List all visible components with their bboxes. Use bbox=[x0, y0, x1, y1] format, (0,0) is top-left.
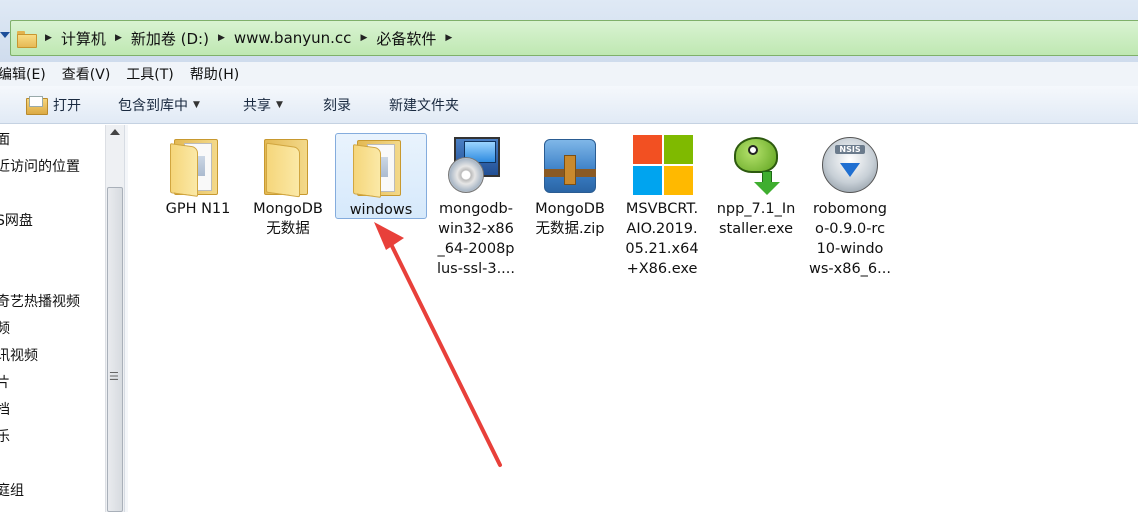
address-bar[interactable]: ▶ 计算机 ▶ 新加卷 (D:) ▶ www.banyun.cc ▶ 必备软件 … bbox=[10, 20, 1138, 56]
file-item-mongodb-nodata-folder[interactable]: MongoDB 无数据 bbox=[242, 133, 334, 239]
file-item-mongodb-zip[interactable]: MongoDB 无数据.zip bbox=[524, 133, 616, 239]
file-item-robomongo-installer[interactable]: NSIS robomong o-0.9.0-rc 10-windo ws-x86… bbox=[804, 133, 896, 279]
file-name: windows bbox=[349, 202, 413, 218]
nav-item-pictures[interactable]: 片 bbox=[0, 372, 10, 392]
file-name: MongoDB 无数据 bbox=[253, 201, 323, 237]
file-name: mongodb- win32-x86 _64-2008p lus-ssl-3..… bbox=[436, 201, 516, 277]
include-in-library-button[interactable]: 包含到库中 ▼ bbox=[118, 95, 200, 115]
chevron-right-icon[interactable]: ▶ bbox=[360, 33, 367, 43]
burn-label: 刻录 bbox=[323, 97, 351, 114]
burn-button[interactable]: 刻录 bbox=[323, 95, 351, 115]
nav-item-documents[interactable]: 档 bbox=[0, 399, 10, 419]
nav-item-videos[interactable]: 频 bbox=[0, 318, 10, 338]
breadcrumb-drive-d[interactable]: 新加卷 (D:) bbox=[131, 28, 209, 49]
zip-archive-icon bbox=[538, 133, 602, 197]
menu-tools[interactable]: 工具(T) bbox=[126, 64, 181, 84]
menu-edit[interactable]: 编辑(E) bbox=[0, 64, 54, 84]
breadcrumb-computer[interactable]: 计算机 bbox=[61, 28, 106, 49]
caret-down-icon: ▼ bbox=[276, 99, 283, 110]
nav-item-tencent-video[interactable]: 讯视频 bbox=[0, 345, 38, 365]
menu-view[interactable]: 查看(V) bbox=[62, 64, 119, 84]
folder-icon bbox=[349, 134, 413, 198]
command-bar: 打开 包含到库中 ▼ 共享 ▼ 刻录 新建文件夹 bbox=[0, 86, 1138, 124]
file-name: robomong o-0.9.0-rc 10-windo ws-x86_6... bbox=[809, 201, 891, 277]
menu-help[interactable]: 帮助(H) bbox=[190, 64, 247, 84]
chevron-right-icon[interactable]: ▶ bbox=[45, 33, 52, 43]
installer-icon bbox=[444, 133, 508, 197]
new-folder-button[interactable]: 新建文件夹 bbox=[389, 95, 459, 115]
chevron-right-icon[interactable]: ▶ bbox=[218, 33, 225, 43]
folder-icon bbox=[256, 133, 320, 198]
file-name: GPH N11 bbox=[165, 201, 231, 217]
nsis-badge: NSIS bbox=[835, 145, 865, 154]
nav-pane-scrollbar[interactable]: ☰ bbox=[105, 125, 124, 512]
file-item-npp-installer[interactable]: npp_7.1_In staller.exe bbox=[710, 133, 802, 239]
nav-item-iqiyi-video[interactable]: 奇艺热播视频 bbox=[0, 291, 80, 311]
chevron-right-icon[interactable]: ▶ bbox=[115, 33, 122, 43]
file-item-msvbcrt-exe[interactable]: MSVBCRT. AIO.2019. 05.21.x64 +X86.exe bbox=[616, 133, 708, 279]
include-in-library-label: 包含到库中 bbox=[118, 97, 188, 114]
nav-item-recent-places[interactable]: 近访问的位置 bbox=[0, 156, 80, 176]
file-name: MSVBCRT. AIO.2019. 05.21.x64 +X86.exe bbox=[625, 201, 699, 277]
nav-item-music[interactable]: 乐 bbox=[0, 426, 10, 446]
menu-bar: 编辑(E) 查看(V) 工具(T) 帮助(H) bbox=[0, 62, 1138, 86]
back-history-dropdown-icon[interactable] bbox=[0, 32, 10, 38]
navigation-pane: 面 近访问的位置 S网盘 奇艺热播视频 频 讯视频 片 档 乐 庭组 bbox=[0, 125, 105, 512]
file-item-mongodb-installer[interactable]: mongodb- win32-x86 _64-2008p lus-ssl-3..… bbox=[430, 133, 522, 279]
folder-icon bbox=[17, 30, 37, 48]
open-button[interactable]: 打开 bbox=[26, 95, 81, 115]
nav-item-homegroup[interactable]: 庭组 bbox=[0, 480, 24, 500]
scroll-thumb[interactable] bbox=[107, 187, 123, 512]
file-item-windows-folder[interactable]: windows bbox=[335, 133, 427, 219]
robomongo-installer-icon: NSIS bbox=[818, 133, 882, 197]
share-label: 共享 bbox=[243, 97, 271, 114]
open-button-label: 打开 bbox=[53, 97, 81, 114]
address-bar-row: ▶ 计算机 ▶ 新加卷 (D:) ▶ www.banyun.cc ▶ 必备软件 … bbox=[0, 0, 1138, 62]
caret-down-icon: ▼ bbox=[193, 99, 200, 110]
share-button[interactable]: 共享 ▼ bbox=[243, 95, 283, 115]
scroll-up-arrow-icon[interactable] bbox=[110, 129, 120, 135]
open-folder-icon bbox=[26, 96, 48, 115]
breadcrumb-current-folder[interactable]: 必备软件 bbox=[376, 28, 436, 49]
nav-item-cloud-drive[interactable]: S网盘 bbox=[0, 210, 33, 230]
nav-item-desktop[interactable]: 面 bbox=[0, 129, 10, 149]
file-list: GPH N11 MongoDB 无数据 windows mongodb- win… bbox=[128, 125, 1138, 512]
chevron-right-icon[interactable]: ▶ bbox=[445, 33, 452, 43]
file-name: MongoDB 无数据.zip bbox=[535, 201, 605, 237]
breadcrumb-banyun[interactable]: www.banyun.cc bbox=[234, 29, 352, 47]
folder-icon bbox=[166, 133, 230, 197]
grip-icon: ☰ bbox=[109, 370, 119, 383]
windows-logo-icon bbox=[630, 133, 694, 197]
notepad-plus-plus-icon bbox=[724, 133, 788, 197]
file-item-gph-n11[interactable]: GPH N11 bbox=[152, 133, 244, 219]
file-name: npp_7.1_In staller.exe bbox=[716, 201, 796, 237]
new-folder-label: 新建文件夹 bbox=[389, 97, 459, 114]
